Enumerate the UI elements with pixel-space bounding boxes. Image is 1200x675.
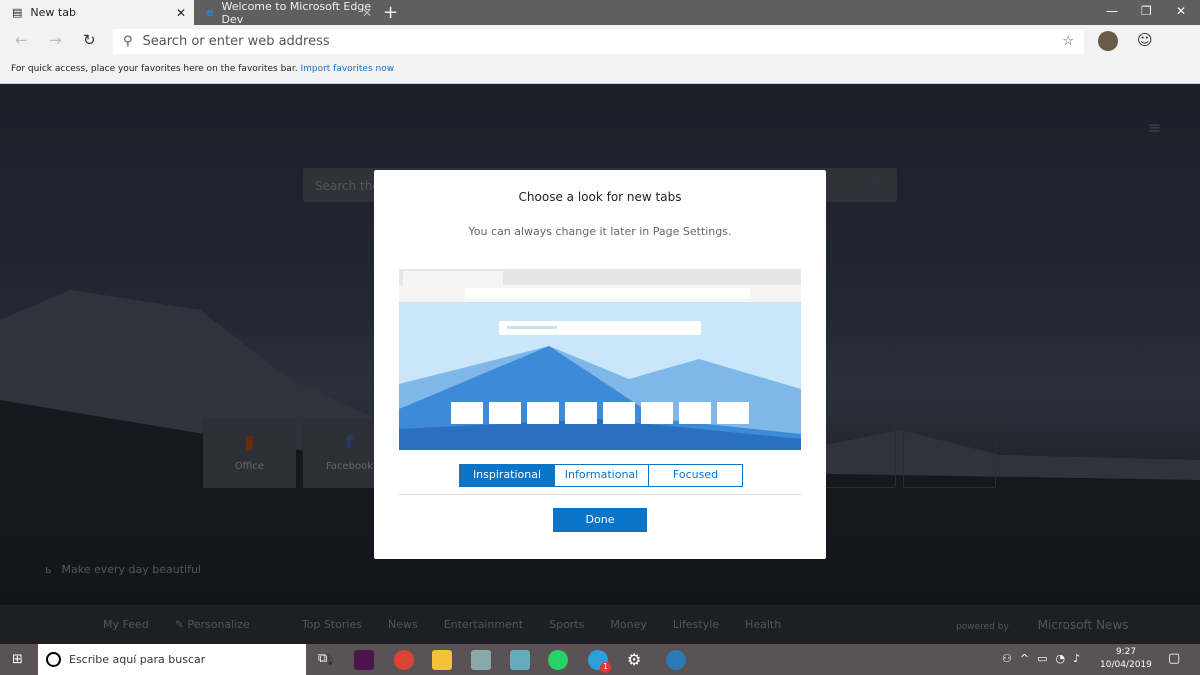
minimize-button[interactable]: — <box>1106 4 1118 18</box>
powered-by: powered by Microsoft News <box>956 618 1129 632</box>
news-nav: My Feed ✎ Personalize Top Stories News E… <box>0 605 1200 644</box>
news-brand: Microsoft News <box>1037 617 1129 632</box>
office-icon: ▮ <box>244 432 255 453</box>
taskbar-search-placeholder: Escribe aquí para buscar <box>69 653 206 666</box>
option-inspirational[interactable]: Inspirational <box>460 465 554 486</box>
news-tab[interactable]: Top Stories <box>302 618 362 631</box>
date: 10/04/2019 <box>1100 660 1152 670</box>
dialog-subtitle: You can always change it later in Page S… <box>468 225 732 238</box>
system-tray-icons[interactable]: ⚇^▭◔♪ <box>1002 652 1088 665</box>
tab-new-tab[interactable]: ▤ New tab ✕ <box>0 0 194 25</box>
favorites-bar: For quick access, place your favorites h… <box>0 58 1200 84</box>
taskbar-search[interactable]: Escribe aquí para buscar 🎙 <box>38 644 336 675</box>
tile-empty[interactable] <box>903 418 996 488</box>
maximize-button[interactable]: ❐ <box>1141 4 1152 18</box>
tab-label: Welcome to Microsoft Edge Dev <box>221 0 372 26</box>
news-tab[interactable]: Health <box>745 618 781 631</box>
import-favorites-link[interactable]: Import favorites now <box>300 64 394 74</box>
caption-text: Make every day beautiful <box>61 563 201 576</box>
news-tab-personalize[interactable]: ✎ Personalize <box>175 618 276 631</box>
news-tab[interactable]: Sports <box>549 618 584 631</box>
star-icon[interactable]: ☆ <box>1062 34 1074 49</box>
news-tab[interactable]: Lifestyle <box>673 618 719 631</box>
address-placeholder: Search or enter web address <box>142 34 330 49</box>
windows-start-icon[interactable]: ⊞ <box>12 652 23 667</box>
close-window-button[interactable]: ✕ <box>1176 4 1186 18</box>
powered-by-text: powered by <box>956 621 1009 632</box>
news-tab[interactable]: Entertainment <box>444 618 523 631</box>
address-bar[interactable]: ⚲ Search or enter web address ☆ <box>113 29 1084 54</box>
bing-icon: ь <box>45 563 52 576</box>
news-tab[interactable]: Money <box>610 618 646 631</box>
close-tab-icon[interactable]: ✕ <box>362 6 372 20</box>
news-tab[interactable]: My Feed <box>103 618 149 631</box>
dialog-title: Choose a look for new tabs <box>518 190 682 204</box>
news-tab[interactable]: News <box>388 618 418 631</box>
telegram-icon[interactable]: 1 <box>588 650 611 673</box>
tab-label: New tab <box>30 6 76 19</box>
close-tab-icon[interactable]: ✕ <box>176 6 186 20</box>
choose-look-dialog: Choose a look for new tabs You can alway… <box>374 170 826 559</box>
favorites-hint: For quick access, place your favorites h… <box>11 64 298 74</box>
slack-icon[interactable] <box>354 650 374 670</box>
notes-icon[interactable] <box>510 650 530 670</box>
smiley-feedback-icon[interactable]: ☺ <box>1137 31 1153 49</box>
whatsapp-icon[interactable] <box>548 650 568 670</box>
edge-icon: e <box>206 6 214 19</box>
menu-icon[interactable]: ≡ <box>1148 118 1161 137</box>
avatar[interactable] <box>1098 31 1118 51</box>
bing-caption[interactable]: ь Make every day beautiful <box>45 563 201 576</box>
tile-label: Office <box>234 461 265 472</box>
forward-button[interactable]: → <box>49 31 62 49</box>
new-tab-button[interactable]: + <box>383 2 398 23</box>
settings-gear-icon[interactable]: ⚙ <box>627 650 641 669</box>
action-center-icon[interactable]: ▢ <box>1168 651 1180 666</box>
layout-preview-image <box>399 269 801 450</box>
file-explorer-icon[interactable] <box>432 650 452 670</box>
back-button[interactable]: ← <box>15 31 28 49</box>
search-icon[interactable]: ⚲ <box>870 176 879 190</box>
divider <box>399 494 801 495</box>
chrome-icon[interactable] <box>394 650 414 670</box>
time: 9:27 <box>1115 647 1137 657</box>
task-view-icon[interactable]: ⧉ <box>318 651 327 666</box>
option-informational[interactable]: Informational <box>554 465 648 486</box>
app-icon[interactable] <box>666 650 686 670</box>
option-focused[interactable]: Focused <box>648 465 742 486</box>
tile-office[interactable]: ▮ Office <box>203 418 296 488</box>
clock[interactable]: 9:27 10/04/2019 <box>1100 646 1152 672</box>
news-tab-label: Personalize <box>187 618 250 631</box>
search-icon: ⚲ <box>123 34 133 49</box>
paint-icon[interactable] <box>471 650 491 670</box>
layout-selector: Inspirational Informational Focused <box>459 464 743 487</box>
tab-welcome[interactable]: e Welcome to Microsoft Edge Dev ✕ <box>194 0 380 26</box>
refresh-button[interactable]: ↻ <box>83 31 96 49</box>
cortana-icon <box>46 652 61 667</box>
notification-badge: 1 <box>600 662 611 673</box>
done-button[interactable]: Done <box>553 508 647 532</box>
newtab-icon: ▤ <box>12 6 23 19</box>
